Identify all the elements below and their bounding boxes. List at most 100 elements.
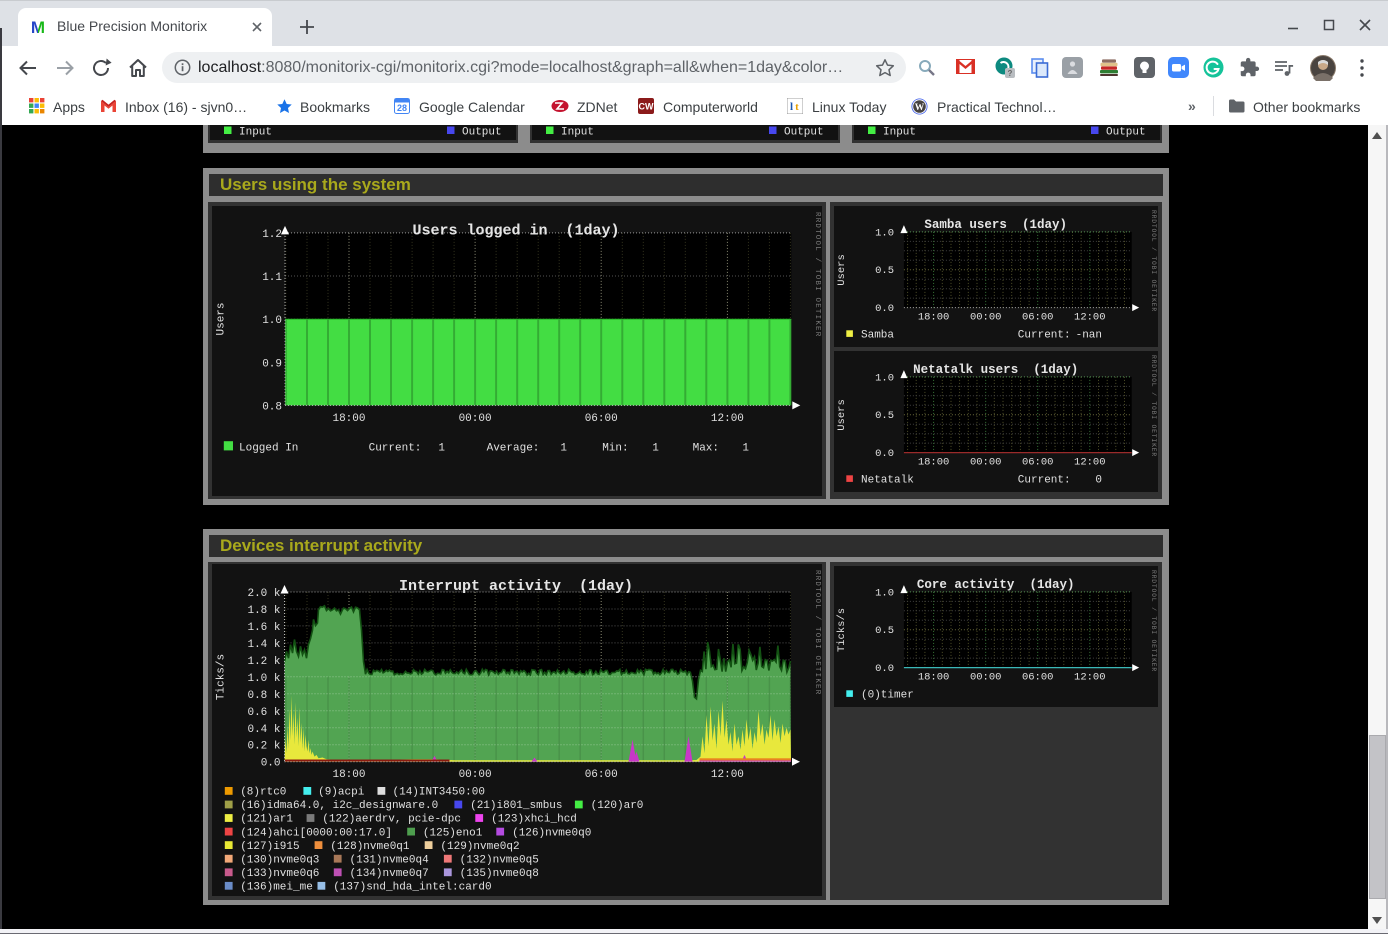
svg-text:06:00: 06:00 [1022, 456, 1054, 468]
svg-text:Current:: Current: [1018, 329, 1071, 341]
svg-text:0.0: 0.0 [261, 757, 281, 769]
svg-text:0.9: 0.9 [262, 358, 282, 370]
svg-text:1.0: 1.0 [875, 227, 894, 239]
svg-text:1: 1 [560, 442, 567, 454]
svg-text:06:00: 06:00 [585, 769, 618, 781]
svg-text:18:00: 18:00 [918, 456, 950, 468]
svg-text:(134)nvme0q7: (134)nvme0q7 [350, 868, 429, 880]
svg-text:Users: Users [836, 254, 848, 286]
svg-text:(123)xhci_hcd: (123)xhci_hcd [491, 813, 577, 825]
svg-text:(126)nvme0q0: (126)nvme0q0 [512, 827, 591, 839]
svg-text:Output: Output [1106, 127, 1146, 139]
svg-text:Current:: Current: [1018, 474, 1071, 486]
svg-text:1.0 k: 1.0 k [247, 672, 280, 684]
svg-text:W: W [915, 103, 925, 113]
svg-text:Core activity (1day): Core activity (1day) [917, 577, 1075, 591]
svg-text:Users: Users [216, 302, 228, 335]
svg-text:Netatalk users (1day): Netatalk users (1day) [914, 362, 1079, 376]
svg-text:18:00: 18:00 [918, 311, 950, 323]
svg-text:1: 1 [652, 442, 659, 454]
svg-text:0.0: 0.0 [875, 303, 894, 315]
svg-text:00:00: 00:00 [459, 413, 492, 425]
svg-text:0.5: 0.5 [875, 410, 894, 422]
svg-text:Netatalk: Netatalk [861, 474, 914, 486]
svg-text:Output: Output [462, 127, 502, 139]
svg-text:Output: Output [784, 127, 824, 139]
svg-text:(124)ahci[0000:00:17.0]: (124)ahci[0000:00:17.0] [240, 827, 392, 839]
svg-text:-nan: -nan [1076, 329, 1102, 341]
svg-text:12:00: 12:00 [1074, 311, 1106, 323]
svg-text:1.0: 1.0 [875, 587, 894, 599]
svg-text:Current:: Current: [369, 442, 422, 454]
svg-text:(135)nvme0q8: (135)nvme0q8 [460, 868, 539, 880]
svg-text:Input: Input [239, 127, 272, 139]
svg-text:1.8 k: 1.8 k [247, 605, 280, 617]
svg-text:(14)INT3450:00: (14)INT3450:00 [393, 786, 485, 798]
svg-text:1.2 k: 1.2 k [247, 655, 280, 667]
svg-text:Input: Input [883, 127, 916, 139]
svg-text:(125)eno1: (125)eno1 [423, 827, 483, 839]
svg-text:(131)nvme0q4: (131)nvme0q4 [350, 854, 430, 866]
svg-text:(129)nvme0q2: (129)nvme0q2 [440, 840, 519, 852]
svg-text:(120)ar0: (120)ar0 [591, 800, 644, 812]
svg-text:Samba: Samba [861, 329, 894, 341]
svg-text:Users: Users [836, 399, 848, 431]
svg-text:1.6 k: 1.6 k [247, 621, 280, 633]
svg-text:28: 28 [397, 103, 407, 113]
svg-text:1.1: 1.1 [262, 272, 282, 284]
svg-text:(137)snd_hda_intel:card0: (137)snd_hda_intel:card0 [333, 881, 491, 893]
svg-text:06:00: 06:00 [1022, 671, 1054, 683]
svg-text:0.0: 0.0 [875, 448, 894, 460]
svg-text:Max:: Max: [693, 442, 719, 454]
svg-text:RRDTOOL / TOBI OETIKER: RRDTOOL / TOBI OETIKER [1150, 210, 1157, 312]
svg-text:1: 1 [438, 442, 445, 454]
svg-text:12:00: 12:00 [1074, 671, 1106, 683]
svg-text:l: l [790, 101, 793, 113]
svg-text:0.4 k: 0.4 k [247, 723, 280, 735]
svg-text:0: 0 [1096, 474, 1103, 486]
svg-text:2.0 k: 2.0 k [247, 588, 280, 600]
svg-text:1: 1 [742, 442, 749, 454]
svg-text:12:00: 12:00 [1074, 456, 1106, 468]
svg-text:06:00: 06:00 [585, 413, 618, 425]
svg-text:00:00: 00:00 [970, 671, 1002, 683]
svg-text:RRDTOOL / TOBI OETIKER: RRDTOOL / TOBI OETIKER [1150, 355, 1157, 457]
svg-text:?: ? [1008, 69, 1013, 78]
svg-text:(8)rtc0: (8)rtc0 [240, 786, 286, 798]
svg-text:(122)aerdrv, pcie-dpc: (122)aerdrv, pcie-dpc [322, 813, 461, 825]
svg-text:00:00: 00:00 [970, 311, 1002, 323]
svg-text:(9)acpi: (9)acpi [318, 786, 365, 798]
svg-text:(133)nvme0q6: (133)nvme0q6 [240, 868, 319, 880]
svg-text:18:00: 18:00 [332, 769, 365, 781]
svg-text:(127)i915: (127)i915 [240, 840, 299, 852]
svg-text:18:00: 18:00 [332, 413, 365, 425]
svg-text:18:00: 18:00 [918, 671, 950, 683]
svg-text:1.4 k: 1.4 k [247, 638, 280, 650]
svg-text:Average:: Average: [487, 442, 540, 454]
svg-text:Samba users (1day): Samba users (1day) [925, 217, 1068, 231]
svg-text:0.5: 0.5 [875, 625, 894, 637]
svg-text:0.8: 0.8 [262, 401, 282, 413]
svg-text:0.2 k: 0.2 k [247, 740, 280, 752]
svg-text:(130)nvme0q3: (130)nvme0q3 [240, 854, 319, 866]
svg-text:(121)ar1: (121)ar1 [240, 813, 293, 825]
svg-text:Ticks/s: Ticks/s [836, 607, 848, 651]
svg-text:(0)timer: (0)timer [861, 689, 914, 701]
svg-text:(136)mei_me: (136)mei_me [240, 881, 313, 893]
svg-text:12:00: 12:00 [711, 413, 744, 425]
svg-text:Interrupt activity (1day): Interrupt activity (1day) [399, 577, 633, 594]
svg-text:1.0: 1.0 [875, 372, 894, 384]
svg-text:12:00: 12:00 [711, 769, 744, 781]
svg-text:(21)i801_smbus: (21)i801_smbus [470, 800, 562, 812]
svg-text:06:00: 06:00 [1022, 311, 1054, 323]
svg-text:Min:: Min: [602, 442, 628, 454]
svg-text:Input: Input [561, 127, 594, 139]
svg-text:(128)nvme0q1: (128)nvme0q1 [330, 840, 410, 852]
svg-text:1.2: 1.2 [262, 228, 282, 240]
svg-text:Ticks/s: Ticks/s [216, 653, 228, 699]
svg-text:Users logged in (1day): Users logged in (1day) [412, 222, 619, 239]
svg-text:0.0: 0.0 [875, 663, 894, 675]
svg-text:RRDTOOL / TOBI OETIKER: RRDTOOL / TOBI OETIKER [813, 212, 821, 337]
svg-text:CW: CW [639, 102, 654, 112]
svg-text:0.5: 0.5 [875, 265, 894, 277]
